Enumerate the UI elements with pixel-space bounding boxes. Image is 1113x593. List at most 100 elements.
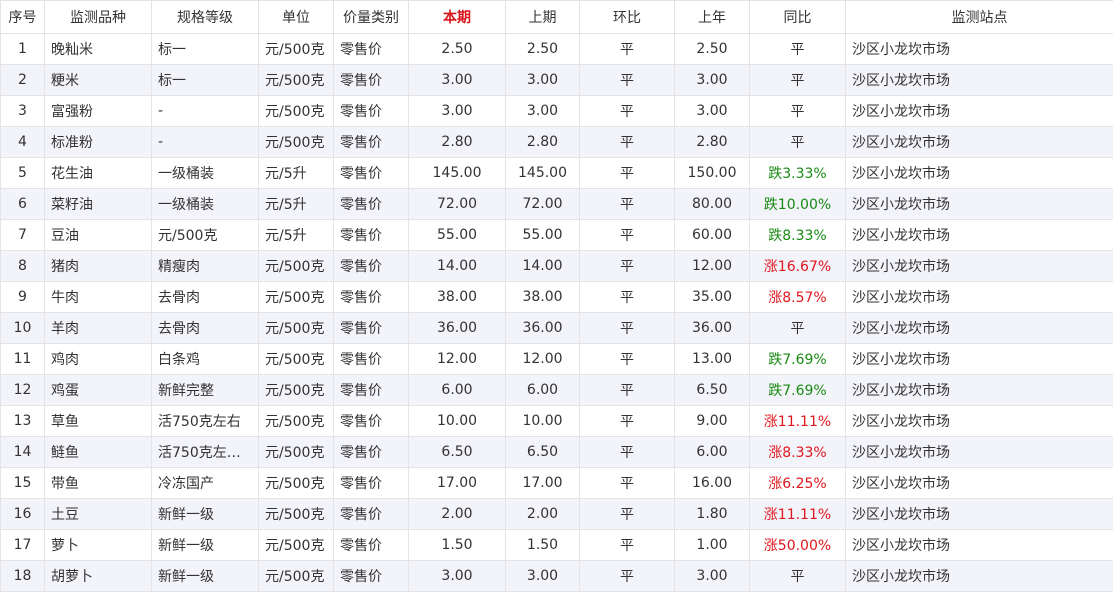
cell-no: 16 [0,498,45,530]
cell-previous: 3.00 [505,560,580,592]
cell-no: 18 [0,560,45,592]
cell-mom: 平 [579,33,675,65]
cell-unit: 元/500克 [258,467,334,499]
header-current: 本期 [408,0,506,34]
cell-yoy: 跌3.33% [749,157,846,189]
cell-mom: 平 [579,312,675,344]
cell-unit: 元/500克 [258,126,334,158]
cell-site: 沙区小龙坎市场 [845,405,1113,437]
cell-item: 草鱼 [44,405,152,437]
cell-price-type: 零售价 [333,529,409,561]
cell-spec: 标一 [151,64,259,96]
cell-last-year: 6.50 [674,374,750,406]
cell-no: 6 [0,188,45,220]
cell-mom: 平 [579,374,675,406]
cell-item: 晚籼米 [44,33,152,65]
cell-site: 沙区小龙坎市场 [845,281,1113,313]
cell-site: 沙区小龙坎市场 [845,374,1113,406]
cell-last-year: 2.50 [674,33,750,65]
cell-last-year: 150.00 [674,157,750,189]
cell-no: 1 [0,33,45,65]
cell-previous: 12.00 [505,343,580,375]
cell-unit: 元/500克 [258,312,334,344]
cell-site: 沙区小龙坎市场 [845,498,1113,530]
cell-spec: 新鲜一级 [151,560,259,592]
cell-spec: - [151,95,259,127]
cell-last-year: 13.00 [674,343,750,375]
cell-item: 粳米 [44,64,152,96]
cell-unit: 元/5升 [258,157,334,189]
cell-mom: 平 [579,64,675,96]
cell-item: 胡萝卜 [44,560,152,592]
table-row: 18 胡萝卜 新鲜一级 元/500克 零售价 3.00 3.00 平 3.00 平沙区小龙坎市场 [0,560,1113,592]
table-row: 6 菜籽油 一级桶装 元/5升 零售价 72.00 72.00 平 80.00 跌10.00% 沙区… [0,188,1113,220]
cell-price-type: 零售价 [333,64,409,96]
cell-mom: 平 [579,219,675,251]
cell-unit: 元/500克 [258,436,334,468]
cell-spec: 标一 [151,33,259,65]
cell-yoy: 涨16.67% [749,250,846,282]
cell-previous: 72.00 [505,188,580,220]
cell-previous: 145.00 [505,157,580,189]
header-last-year: 上年 [674,0,750,34]
cell-unit: 元/5升 [258,188,334,220]
table-row: 10 羊肉 去骨肉 元/500克 零售价 36.00 36.00 平 36.00 平沙区小龙坎市场 [0,312,1113,344]
cell-last-year: 3.00 [674,95,750,127]
cell-no: 11 [0,343,45,375]
cell-last-year: 60.00 [674,219,750,251]
cell-price-type: 零售价 [333,281,409,313]
cell-mom: 平 [579,281,675,313]
cell-unit: 元/500克 [258,64,334,96]
cell-price-type: 零售价 [333,467,409,499]
cell-site: 沙区小龙坎市场 [845,529,1113,561]
cell-spec: 新鲜一级 [151,498,259,530]
cell-previous: 2.50 [505,33,580,65]
cell-site: 沙区小龙坎市场 [845,33,1113,65]
cell-no: 5 [0,157,45,189]
cell-no: 12 [0,374,45,406]
cell-current: 3.00 [408,64,506,96]
cell-current: 2.80 [408,126,506,158]
cell-price-type: 零售价 [333,95,409,127]
cell-last-year: 3.00 [674,560,750,592]
cell-no: 7 [0,219,45,251]
cell-previous: 14.00 [505,250,580,282]
cell-previous: 2.80 [505,126,580,158]
cell-unit: 元/500克 [258,250,334,282]
cell-item: 鲢鱼 [44,436,152,468]
cell-spec: 精瘦肉 [151,250,259,282]
cell-last-year: 35.00 [674,281,750,313]
cell-yoy: 涨11.11% [749,405,846,437]
cell-previous: 2.00 [505,498,580,530]
cell-mom: 平 [579,250,675,282]
cell-mom: 平 [579,405,675,437]
cell-yoy: 平 [749,126,846,158]
cell-no: 8 [0,250,45,282]
cell-price-type: 零售价 [333,560,409,592]
cell-last-year: 9.00 [674,405,750,437]
cell-previous: 3.00 [505,95,580,127]
cell-mom: 平 [579,157,675,189]
cell-unit: 元/500克 [258,33,334,65]
cell-yoy: 平 [749,33,846,65]
cell-yoy: 涨11.11% [749,498,846,530]
cell-current: 38.00 [408,281,506,313]
cell-mom: 平 [579,436,675,468]
cell-last-year: 6.00 [674,436,750,468]
cell-current: 1.50 [408,529,506,561]
header-item: 监测品种 [44,0,152,34]
cell-no: 3 [0,95,45,127]
cell-yoy: 涨8.33% [749,436,846,468]
cell-last-year: 12.00 [674,250,750,282]
cell-item: 菜籽油 [44,188,152,220]
cell-mom: 平 [579,95,675,127]
cell-mom: 平 [579,126,675,158]
cell-spec: 新鲜一级 [151,529,259,561]
cell-price-type: 零售价 [333,374,409,406]
table-row: 16 土豆 新鲜一级 元/500克 零售价 2.00 2.00 平 1.80 涨11.11% 沙区小… [0,498,1113,530]
cell-price-type: 零售价 [333,436,409,468]
cell-spec: 去骨肉 [151,312,259,344]
cell-no: 2 [0,64,45,96]
header-previous: 上期 [505,0,580,34]
cell-unit: 元/5升 [258,219,334,251]
